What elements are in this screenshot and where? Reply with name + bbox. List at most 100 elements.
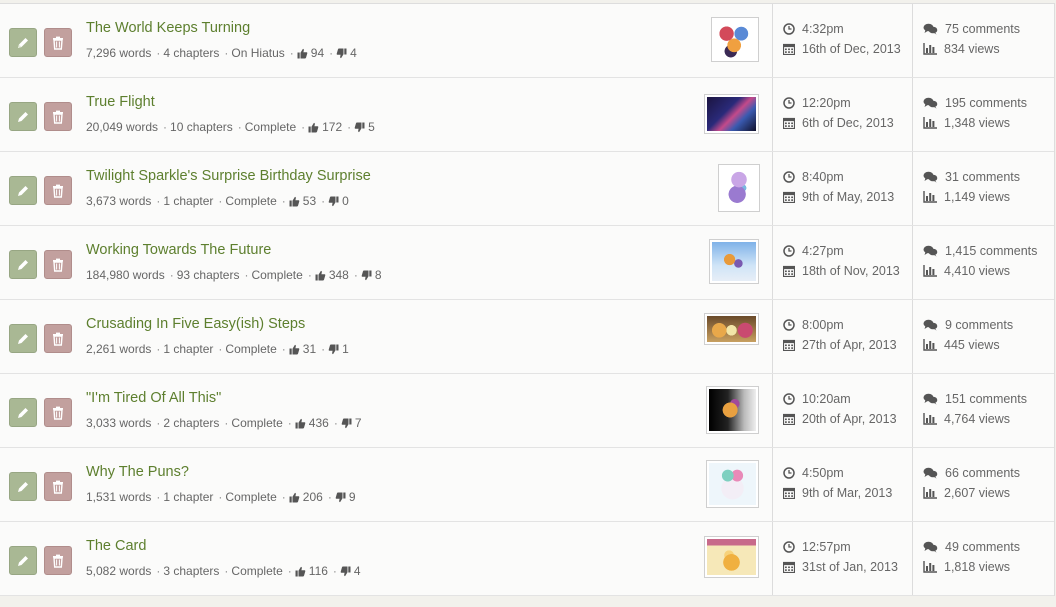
thumbs-up-icon — [295, 418, 306, 428]
pencil-icon — [18, 481, 28, 492]
thumbs-down-icon — [354, 122, 365, 132]
view-count: 1,818 views — [944, 560, 1011, 574]
word-count: 184,980 words — [86, 268, 165, 282]
story-title[interactable]: "I'm Tired Of All This" — [86, 390, 221, 406]
thumbs-down-icon — [340, 566, 351, 576]
edit-button[interactable] — [9, 398, 37, 427]
story-thumbnail[interactable] — [704, 536, 759, 578]
bar-chart-icon — [923, 191, 937, 203]
stats-column: 151 comments 4,764 views — [912, 374, 1055, 447]
date-column: 12:20pm 6th of Dec, 2013 — [772, 78, 913, 151]
edit-button[interactable] — [9, 28, 37, 57]
dislike-count: 4 — [350, 46, 357, 60]
clock-icon — [783, 23, 795, 35]
story-thumbnail[interactable] — [709, 239, 759, 284]
clock-icon — [783, 467, 795, 479]
view-count: 4,410 views — [944, 264, 1011, 278]
trash-icon — [53, 480, 63, 494]
story-status: Complete — [251, 268, 303, 282]
chapter-count: 93 chapters — [176, 268, 240, 282]
story-meta: 184,980 words · 93 chapters · Complete · 3… — [86, 268, 382, 282]
delete-button[interactable] — [44, 324, 72, 353]
story-status: On Hiatus — [231, 46, 285, 60]
story-meta: 2,261 words · 1 chapter · Complete · 31 · … — [86, 342, 349, 356]
delete-button[interactable] — [44, 176, 72, 205]
story-thumbnail[interactable] — [706, 386, 759, 434]
stats-column: 1,415 comments 4,410 views — [912, 226, 1055, 299]
story-title[interactable]: Why The Puns? — [86, 464, 189, 480]
delete-button[interactable] — [44, 102, 72, 131]
publish-date: 18th of Nov, 2013 — [802, 264, 900, 278]
view-count: 445 views — [944, 338, 1000, 352]
comment-count[interactable]: 151 comments — [945, 392, 1027, 406]
word-count: 5,082 words — [86, 564, 152, 578]
story-title[interactable]: The World Keeps Turning — [86, 20, 250, 36]
comment-count[interactable]: 49 comments — [945, 540, 1020, 554]
story-row: The Card 5,082 words · 3 chapters · Comple… — [0, 522, 1054, 596]
publish-time: 10:20am — [802, 392, 851, 406]
pencil-icon — [18, 37, 28, 48]
thumbs-down-icon — [341, 418, 352, 428]
story-thumbnail[interactable] — [711, 17, 759, 62]
story-title[interactable]: Crusading In Five Easy(ish) Steps — [86, 316, 305, 332]
comments-icon — [923, 541, 938, 553]
edit-button[interactable] — [9, 324, 37, 353]
clock-icon — [783, 541, 795, 553]
publish-time: 8:40pm — [802, 170, 844, 184]
word-count: 3,033 words — [86, 416, 152, 430]
chapter-count: 10 chapters — [170, 120, 233, 134]
comment-count[interactable]: 66 comments — [945, 466, 1020, 480]
edit-button[interactable] — [9, 250, 37, 279]
delete-button[interactable] — [44, 28, 72, 57]
dislike-count: 0 — [342, 194, 349, 208]
story-thumbnail[interactable] — [706, 460, 759, 508]
story-title[interactable]: Twilight Sparkle's Surprise Birthday Sur… — [86, 168, 371, 184]
thumbs-up-icon — [289, 492, 300, 502]
story-status: Complete — [231, 416, 283, 430]
word-count: 7,296 words — [86, 46, 152, 60]
pencil-icon — [18, 407, 28, 418]
comment-count[interactable]: 75 comments — [945, 22, 1020, 36]
story-meta: 20,049 words · 10 chapters · Complete · 17… — [86, 120, 375, 134]
delete-button[interactable] — [44, 398, 72, 427]
comments-icon — [923, 467, 938, 479]
date-column: 4:32pm 16th of Dec, 2013 — [772, 4, 913, 77]
story-title[interactable]: The Card — [86, 538, 146, 554]
bar-chart-icon — [923, 339, 937, 351]
edit-button[interactable] — [9, 472, 37, 501]
story-title[interactable]: Working Towards The Future — [86, 242, 271, 258]
comment-count[interactable]: 31 comments — [945, 170, 1020, 184]
bar-chart-icon — [923, 487, 937, 499]
edit-button[interactable] — [9, 102, 37, 131]
calendar-icon — [783, 339, 795, 351]
story-thumbnail[interactable] — [704, 313, 759, 345]
comments-icon — [923, 171, 938, 183]
pencil-icon — [18, 555, 28, 566]
edit-button[interactable] — [9, 176, 37, 205]
comments-icon — [923, 245, 938, 257]
story-thumbnail[interactable] — [704, 94, 759, 134]
trash-icon — [53, 110, 63, 124]
clock-icon — [783, 97, 795, 109]
trash-icon — [53, 184, 63, 198]
delete-button[interactable] — [44, 250, 72, 279]
story-status: Complete — [231, 564, 283, 578]
publish-date: 27th of Apr, 2013 — [802, 338, 897, 352]
edit-button[interactable] — [9, 546, 37, 575]
bar-chart-icon — [923, 265, 937, 277]
story-status: Complete — [225, 194, 277, 208]
thumbs-up-icon — [315, 270, 326, 280]
comment-count[interactable]: 1,415 comments — [945, 244, 1037, 258]
story-thumbnail[interactable] — [718, 164, 760, 212]
comment-count[interactable]: 195 comments — [945, 96, 1027, 110]
calendar-icon — [783, 561, 795, 573]
delete-button[interactable] — [44, 546, 72, 575]
calendar-icon — [783, 43, 795, 55]
comment-count[interactable]: 9 comments — [945, 318, 1013, 332]
story-meta: 1,531 words · 1 chapter · Complete · 206 ·… — [86, 490, 356, 504]
delete-button[interactable] — [44, 472, 72, 501]
view-count: 1,149 views — [944, 190, 1011, 204]
story-title[interactable]: True Flight — [86, 94, 155, 110]
stats-column: 75 comments 834 views — [912, 4, 1055, 77]
trash-icon — [53, 406, 63, 420]
